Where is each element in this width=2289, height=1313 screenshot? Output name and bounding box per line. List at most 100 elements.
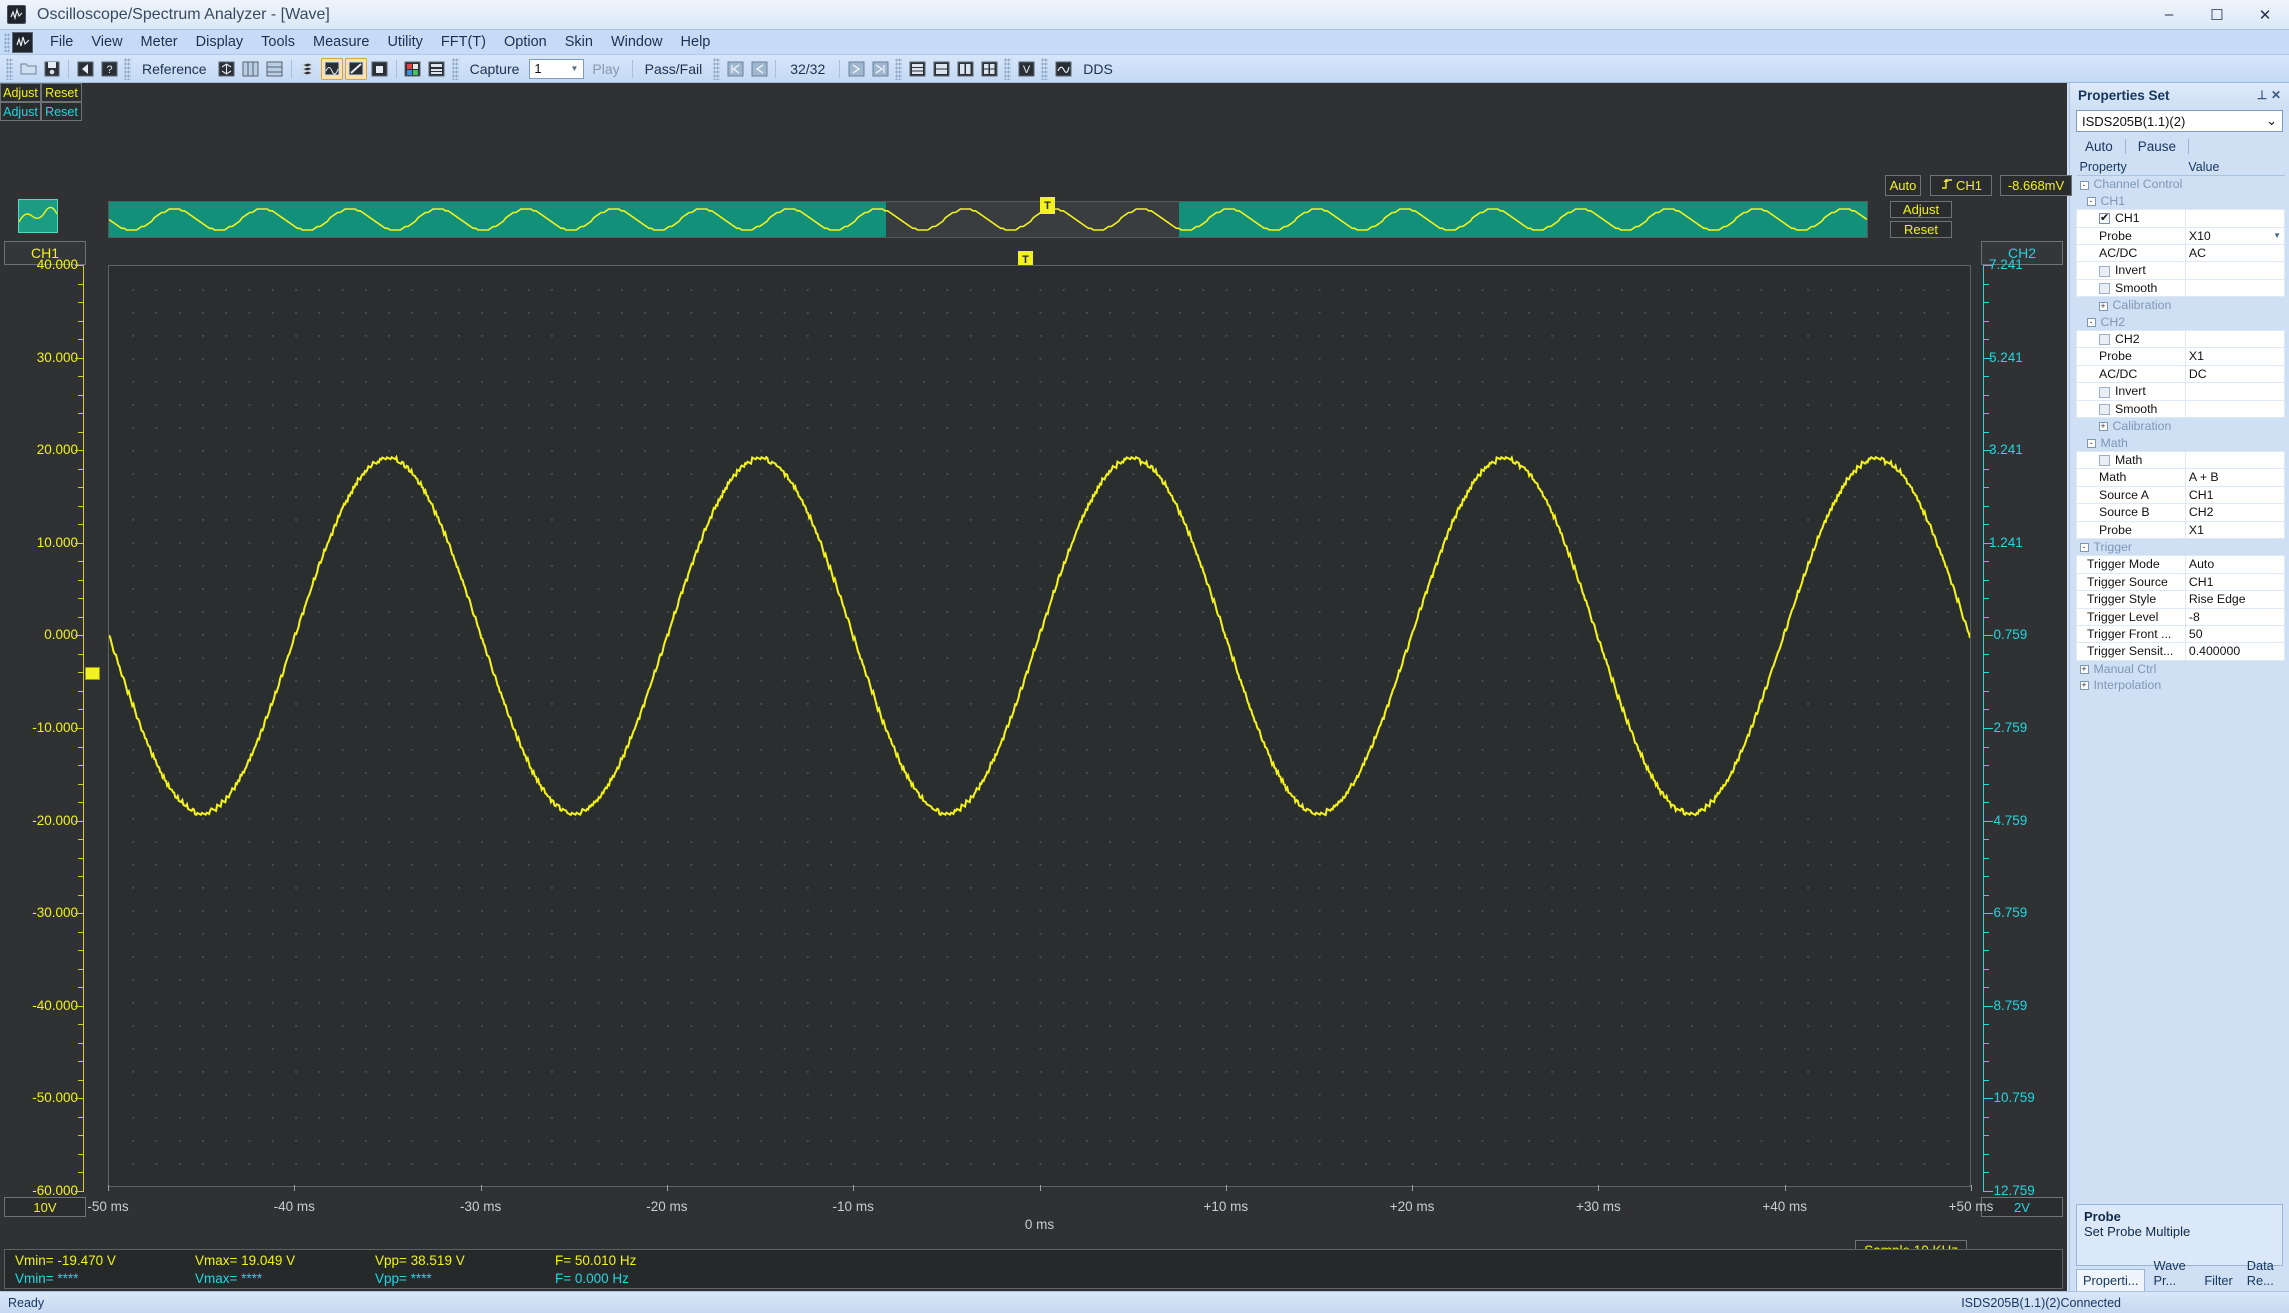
ch1-volts-per-div[interactable]: 10V [4, 1197, 86, 1217]
save-button[interactable] [41, 58, 63, 80]
property-group-row[interactable]: + Calibration [2076, 417, 2285, 435]
grid-display-button[interactable] [320, 57, 343, 80]
layout-vertical-split-button[interactable] [954, 58, 976, 80]
ch2-reset-button[interactable]: Reset [41, 102, 82, 121]
property-group-row[interactable]: + Interpolation [2076, 677, 2285, 694]
menu-item-meter[interactable]: Meter [132, 31, 187, 53]
layout-single-button[interactable] [906, 58, 928, 80]
back-button[interactable] [74, 58, 96, 80]
wave-thumbnail[interactable] [18, 199, 58, 233]
auto-button[interactable]: Auto [2076, 139, 2122, 154]
chevron-down-icon[interactable]: ⌄ [2266, 113, 2277, 129]
trigger-source-badge[interactable]: CH1 [1930, 175, 1992, 196]
ch1-reset-button[interactable]: Reset [41, 83, 82, 102]
property-row[interactable]: Trigger Sensit... 0.400000 [2076, 642, 2286, 661]
property-group-row[interactable]: - CH1 [2076, 192, 2285, 210]
capture-input[interactable]: 1 ▼ [529, 58, 585, 79]
property-group-row[interactable]: + Calibration [2076, 296, 2285, 314]
go-first-button[interactable] [724, 58, 746, 80]
property-row[interactable]: Trigger Level -8 [2076, 607, 2286, 626]
line-display-button[interactable] [344, 57, 367, 80]
overview-trigger-marker[interactable]: T [1040, 197, 1055, 214]
layout-quad-button[interactable] [978, 58, 1000, 80]
go-last-button[interactable] [869, 58, 891, 80]
collapse-icon[interactable]: - [2086, 438, 2096, 448]
ch1-adjust-button[interactable]: Adjust [0, 83, 41, 102]
go-next-button[interactable] [845, 58, 867, 80]
property-row[interactable]: Trigger Source CH1 [2076, 572, 2286, 592]
stack-layers-button[interactable] [297, 58, 319, 80]
print-button[interactable] [426, 58, 448, 80]
tab-properties[interactable]: Properti... [2076, 1269, 2146, 1291]
collapse-icon[interactable]: - [2086, 317, 2096, 327]
menu-item-tools[interactable]: Tools [252, 31, 304, 53]
ch1-ground-marker[interactable] [85, 667, 100, 680]
property-row[interactable]: Source B CH2 [2076, 503, 2286, 522]
property-checkbox[interactable] [2099, 334, 2110, 346]
property-row[interactable]: Smooth [2076, 399, 2286, 419]
collapse-icon[interactable]: - [2079, 180, 2089, 190]
maximize-button[interactable]: ☐ [2193, 0, 2241, 29]
reference-button[interactable]: Reference [134, 61, 215, 77]
expand-icon[interactable]: + [2098, 301, 2108, 311]
property-group-row[interactable]: - Math [2076, 434, 2285, 452]
pass-fail-button[interactable]: Pass/Fail [637, 61, 711, 77]
menu-item-help[interactable]: Help [672, 31, 720, 53]
property-checkbox[interactable] [2099, 403, 2110, 415]
table-button[interactable] [264, 58, 286, 80]
dds-button[interactable] [1052, 58, 1074, 80]
device-select[interactable]: ISDS205B(1.1)(2) ⌄ [2076, 110, 2283, 132]
menu-item-utility[interactable]: Utility [378, 31, 431, 53]
property-group-row[interactable]: - Trigger [2076, 538, 2285, 556]
tab-filter[interactable]: Filter [2198, 1270, 2238, 1291]
menu-item-view[interactable]: View [82, 31, 131, 53]
property-row[interactable]: Math A + B [2076, 468, 2286, 487]
volt-meter-button[interactable]: V [1015, 58, 1037, 80]
auto-trigger-badge[interactable]: Auto [1885, 175, 1921, 196]
go-prev-button[interactable] [748, 58, 770, 80]
menu-item-display[interactable]: Display [187, 31, 253, 53]
menu-grip[interactable] [4, 32, 10, 52]
close-icon[interactable]: ✕ [2269, 88, 2283, 102]
chevron-down-icon[interactable]: ▼ [567, 60, 581, 78]
toolbar-grip-6[interactable] [1004, 57, 1012, 80]
waveform-plot[interactable] [108, 265, 1971, 1187]
chevron-down-icon[interactable]: ▼ [2273, 228, 2281, 243]
help-button[interactable]: ? [98, 58, 120, 80]
collapse-icon[interactable]: - [2079, 543, 2089, 553]
expand-icon[interactable]: + [2098, 422, 2108, 432]
open-button[interactable] [17, 58, 39, 80]
toolbar-grip-7[interactable] [1041, 57, 1049, 80]
menu-item-option[interactable]: Option [495, 31, 556, 53]
property-row[interactable]: Invert [2076, 261, 2286, 280]
ch2-adjust-button[interactable]: Adjust [0, 102, 41, 121]
toolbar-grip-5[interactable] [895, 57, 903, 80]
menu-item-file[interactable]: File [41, 31, 82, 53]
property-group-row[interactable]: - CH2 [2076, 313, 2285, 331]
property-row[interactable]: Trigger Style Rise Edge [2076, 590, 2286, 609]
waveform-overview-strip[interactable] [108, 201, 1868, 238]
property-row[interactable]: Invert [2076, 382, 2286, 401]
property-row[interactable]: Smooth [2076, 278, 2286, 298]
overview-reset-button[interactable]: Reset [1890, 221, 1952, 238]
toolbar-grip-2[interactable] [124, 57, 131, 80]
property-row[interactable]: AC/DC DC [2076, 364, 2286, 384]
menu-item-skin[interactable]: Skin [556, 31, 602, 53]
property-row[interactable]: Probe X10 ▼ [2076, 226, 2286, 246]
dot-display-button[interactable] [369, 58, 391, 80]
toolbar-grip-4[interactable] [713, 57, 721, 80]
property-group-row[interactable]: - Channel Control [2076, 175, 2285, 193]
layout-horizontal-split-button[interactable] [930, 58, 952, 80]
expand-icon[interactable]: + [2079, 681, 2089, 691]
pin-icon[interactable]: ⊥ [2255, 88, 2269, 102]
toolbar-grip-3[interactable] [451, 57, 459, 80]
property-row[interactable]: CH1 [2076, 209, 2286, 228]
property-row[interactable]: Math [2076, 450, 2286, 470]
property-row[interactable]: Probe X1 [2076, 520, 2286, 539]
app-menu-logo-icon[interactable] [12, 31, 33, 53]
trigger-level-badge[interactable]: -8.668mV [2000, 175, 2072, 196]
menu-item-fft[interactable]: FFT(T) [432, 31, 495, 53]
overview-adjust-button[interactable]: Adjust [1890, 201, 1952, 218]
property-checkbox[interactable] [2099, 386, 2110, 398]
pause-button[interactable]: Pause [2129, 139, 2185, 154]
